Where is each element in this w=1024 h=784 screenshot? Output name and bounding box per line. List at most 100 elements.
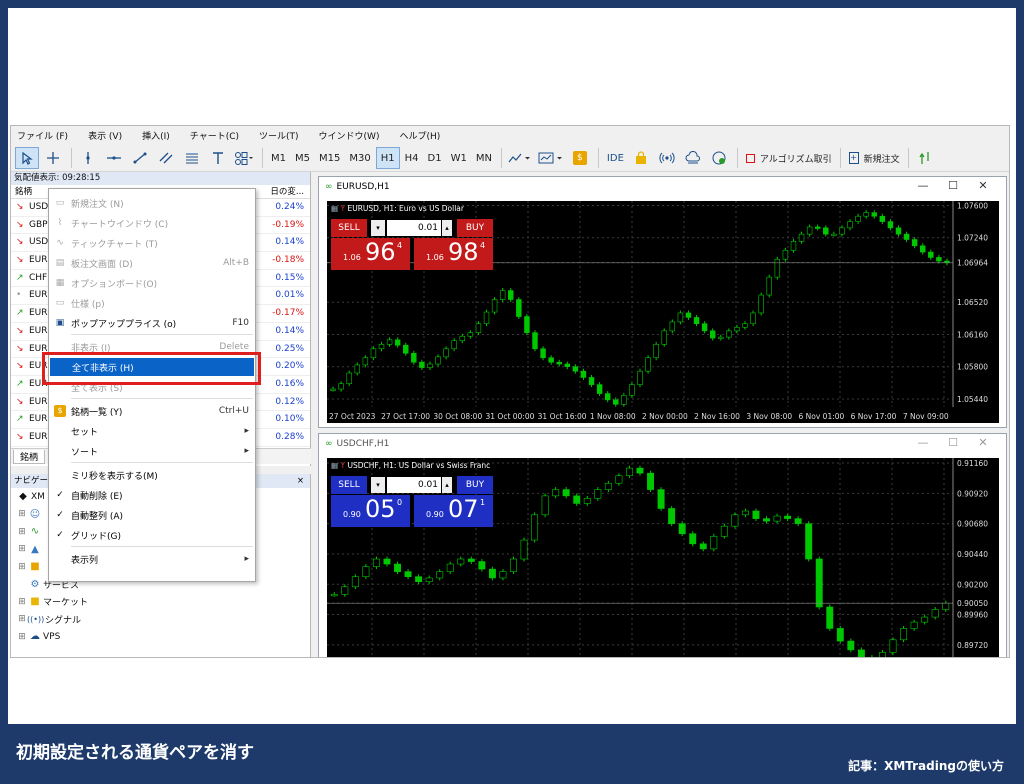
- lot-decrease-icon[interactable]: ▾: [371, 477, 385, 493]
- algo-trading-button[interactable]: アルゴリズム取引: [742, 147, 836, 169]
- ask-price-box[interactable]: 0.90 07 1: [414, 495, 493, 527]
- menu-item[interactable]: ファイル (F): [17, 129, 68, 142]
- nav-item-signals[interactable]: ⊞ ((•)) シグナル: [11, 611, 310, 629]
- maximize-icon[interactable]: ☐: [938, 436, 968, 449]
- buy-button[interactable]: BUY: [457, 219, 493, 237]
- lot-increase-icon[interactable]: ▴: [442, 220, 452, 236]
- indicators-icon[interactable]: [536, 147, 566, 169]
- menu-item[interactable]: ヘルプ(H): [399, 129, 440, 142]
- context-menu-item[interactable]: ▦ オプションボード(O): [49, 273, 255, 293]
- timeframe-d1-button[interactable]: D1: [424, 147, 446, 169]
- candle-body: [741, 510, 749, 516]
- dollar-coin-icon[interactable]: $: [568, 147, 592, 169]
- timeframe-m5-button[interactable]: M5: [291, 147, 314, 169]
- market-bag-icon[interactable]: [629, 147, 653, 169]
- nav-item-market[interactable]: ⊞ ■ マーケット: [11, 593, 310, 611]
- new-order-button[interactable]: + 新規注文: [845, 147, 904, 169]
- lot-size-input[interactable]: 0.01: [387, 220, 441, 236]
- tab-symbols[interactable]: 銘柄: [13, 450, 46, 464]
- channel-icon[interactable]: [154, 147, 178, 169]
- expand-icon[interactable]: ⊞: [17, 597, 27, 607]
- symbol-name: EUR: [29, 308, 48, 319]
- context-menu-item[interactable]: ✓ 自動削除 (E): [49, 485, 255, 505]
- context-menu-item[interactable]: ▭ 新規注文 (N): [49, 193, 255, 213]
- sell-button[interactable]: SELL: [331, 476, 367, 494]
- context-menu-item[interactable]: ▣ ポップアッププライス (o) F10: [49, 313, 255, 333]
- sell-button[interactable]: SELL: [331, 219, 367, 237]
- bid-price-box[interactable]: 1.06 96 4: [331, 238, 410, 270]
- chart-area[interactable]: 0.91160 0.90920 0.90680 0.90440 0.90200 0.900…: [327, 458, 999, 657]
- menu-item[interactable]: ツール(T): [259, 129, 299, 142]
- vps-cloud-icon[interactable]: [681, 147, 705, 169]
- close-icon[interactable]: ✕: [968, 436, 998, 449]
- context-menu-item[interactable]: ▭ 仕様 (p): [49, 293, 255, 313]
- minimize-icon[interactable]: —: [908, 436, 938, 449]
- expand-icon[interactable]: ⊞: [17, 509, 27, 519]
- candle-body: [573, 495, 581, 504]
- lot-increase-icon[interactable]: ▴: [442, 477, 452, 493]
- tick-chart-icon: ∿: [56, 238, 64, 248]
- timeframe-w1-button[interactable]: W1: [447, 147, 471, 169]
- ask-price-box[interactable]: 1.06 98 4: [414, 238, 493, 270]
- cursor-tool-icon[interactable]: [15, 147, 39, 169]
- expand-icon[interactable]: ⊞: [17, 632, 27, 642]
- horizontal-line-icon[interactable]: [102, 147, 126, 169]
- text-tool-icon[interactable]: [206, 147, 230, 169]
- candle-body: [790, 241, 797, 251]
- context-menu-item[interactable]: ∿ ティックチャート (T): [49, 233, 255, 253]
- menu-item[interactable]: チャート(C): [190, 129, 239, 142]
- context-menu-item[interactable]: ✓ グリッド(G): [49, 525, 255, 545]
- nav-item-vps[interactable]: ⊞ ☁ VPS: [11, 628, 310, 646]
- signals-icon[interactable]: [655, 147, 679, 169]
- context-menu-item[interactable]: ✓ 自動整列 (A): [49, 505, 255, 525]
- candle-body: [488, 568, 496, 579]
- minimize-icon[interactable]: —: [908, 179, 938, 192]
- context-menu-item[interactable]: ソート ▸: [49, 441, 255, 461]
- fibonacci-icon[interactable]: [180, 147, 204, 169]
- close-icon[interactable]: ✕: [968, 179, 998, 192]
- expand-icon[interactable]: ⊞: [17, 527, 27, 537]
- bid-price-box[interactable]: 0.90 05 0: [331, 495, 410, 527]
- up-arrow-icon: ↗: [16, 414, 24, 425]
- xm-logo-icon: Y: [340, 204, 346, 213]
- vertical-line-icon[interactable]: [76, 147, 100, 169]
- context-menu-item[interactable]: $ 銘柄一覧 (Y) Ctrl+U: [49, 401, 255, 421]
- crosshair-icon[interactable]: [41, 147, 65, 169]
- maximize-icon[interactable]: ☐: [938, 179, 968, 192]
- timeframe-m1-button[interactable]: M1: [267, 147, 290, 169]
- toolbar-separator: [262, 148, 263, 168]
- expand-icon[interactable]: ⊞: [17, 562, 27, 572]
- candle-body: [451, 340, 457, 350]
- column-daily-change[interactable]: 日の変...: [270, 185, 304, 199]
- timeframe-h4-button[interactable]: H4: [401, 147, 423, 169]
- candle-body: [354, 364, 360, 374]
- menu-item[interactable]: ウインドウ(W): [319, 129, 380, 142]
- community-icon[interactable]: [707, 147, 731, 169]
- menu-item[interactable]: 表示 (V): [88, 129, 122, 142]
- expand-icon[interactable]: ⊞: [17, 544, 27, 554]
- timeframe-m30-button[interactable]: M30: [345, 147, 374, 169]
- y-tick-label: 1.06964: [957, 258, 988, 267]
- lot-size-input[interactable]: 0.01: [387, 477, 441, 493]
- context-menu-item[interactable]: ミリ秒を表示する(M): [49, 465, 255, 485]
- timeframe-h1-button[interactable]: H1: [375, 147, 400, 169]
- timeframe-mn-button[interactable]: MN: [472, 147, 496, 169]
- chart-area[interactable]: 1.07600 1.07240 1.06964 1.06520 1.06160 1.058…: [327, 201, 999, 423]
- trend-line-icon[interactable]: [128, 147, 152, 169]
- context-menu-item[interactable]: 表示列 ▸: [49, 549, 255, 569]
- shapes-icon[interactable]: [232, 147, 256, 169]
- timeframe-m15-button[interactable]: M15: [315, 147, 344, 169]
- close-icon[interactable]: ×: [297, 474, 304, 488]
- lot-decrease-icon[interactable]: ▾: [371, 220, 385, 236]
- menu-item[interactable]: 挿入(I): [142, 129, 170, 142]
- expand-icon[interactable]: ⊞: [17, 614, 27, 624]
- chart-type-icon[interactable]: [506, 147, 534, 169]
- column-symbol[interactable]: 銘柄: [15, 185, 32, 199]
- ide-button[interactable]: IDE: [603, 147, 628, 169]
- trade-arrows-icon[interactable]: [913, 147, 937, 169]
- context-menu-item[interactable]: セット ▸: [49, 421, 255, 441]
- context-menu-item[interactable]: ⌇ チャートウインドウ (C): [49, 213, 255, 233]
- context-menu-item[interactable]: ▤ 板注文画面 (D) Alt+B: [49, 253, 255, 273]
- candle-body: [508, 290, 514, 300]
- buy-button[interactable]: BUY: [457, 476, 493, 494]
